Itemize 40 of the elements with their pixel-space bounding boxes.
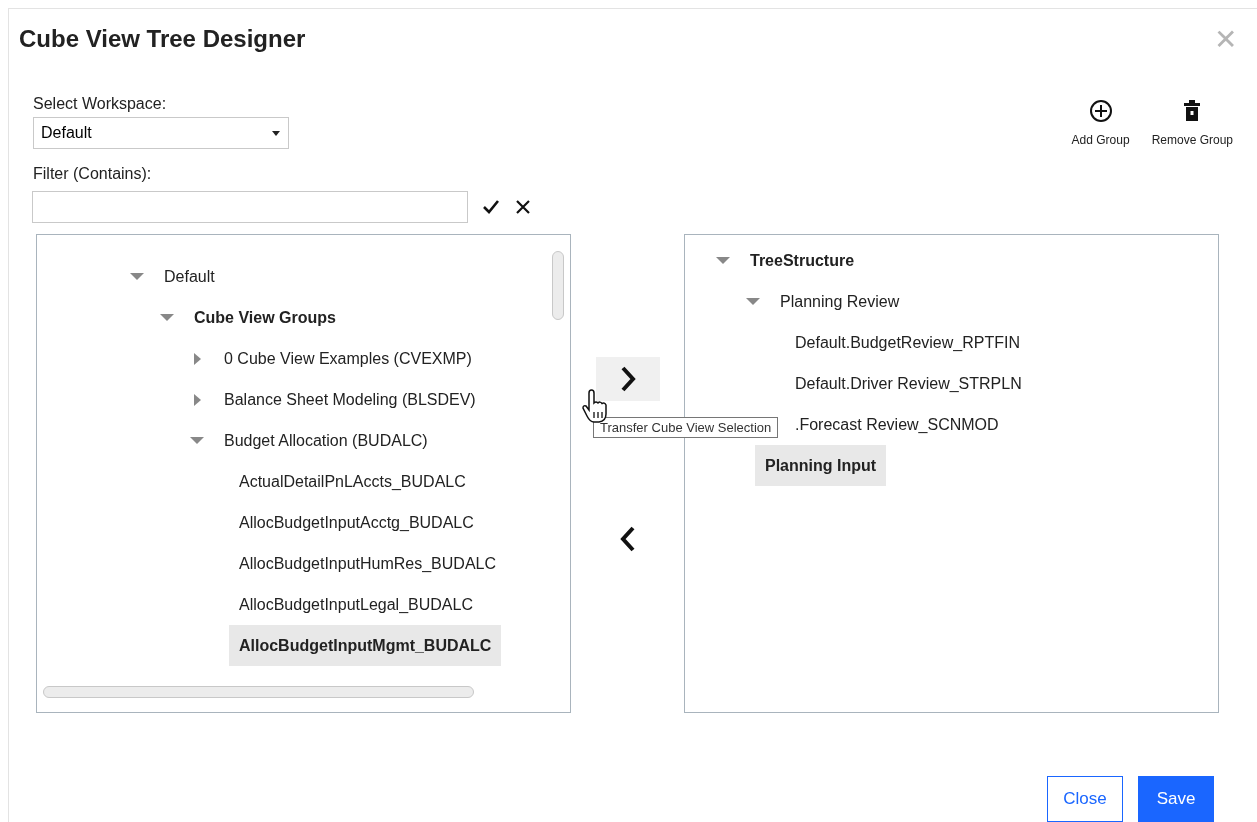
tree-item[interactable]: 0 Cube View Examples (CVEXMP) xyxy=(214,338,482,379)
tree-item[interactable]: Default.Driver Review_STRPLN xyxy=(785,363,1032,404)
plus-circle-icon xyxy=(1088,99,1113,123)
horizontal-scrollbar[interactable] xyxy=(43,686,474,698)
workspace-dropdown[interactable]: Default xyxy=(33,117,289,149)
remove-group-button[interactable]: Remove Group xyxy=(1151,99,1233,223)
tree-item[interactable]: AllocBudgetInputMgmt_BUDALC xyxy=(229,625,502,666)
tree-item[interactable]: AllocBudgetInputLegal_BUDALC xyxy=(229,584,483,625)
checkmark-icon[interactable] xyxy=(482,198,500,216)
tree-item[interactable]: Planning Input xyxy=(755,445,887,486)
window-title: Cube View Tree Designer xyxy=(19,25,306,53)
workspace-label: Select Workspace: xyxy=(33,95,168,113)
chevron-left-icon xyxy=(620,525,636,553)
tree-item[interactable]: TreeStructure xyxy=(740,240,865,281)
tooltip: Transfer Cube View Selection xyxy=(593,417,779,438)
tree-item[interactable]: Budget Allocation (BUDALC) xyxy=(214,420,438,461)
close-button[interactable]: Close xyxy=(1047,776,1123,822)
tree-item[interactable]: Default.BudgetReview_RPTFIN xyxy=(785,322,1030,363)
vertical-scrollbar[interactable] xyxy=(552,251,564,320)
tree-item[interactable]: AllocBudgetInputHumRes_BUDALC xyxy=(229,543,506,584)
tree-item[interactable]: Planning Review xyxy=(770,281,910,322)
tree-item[interactable]: ActualDetailPnLAccts_BUDALC xyxy=(229,461,476,502)
expanded-arrow-icon[interactable] xyxy=(189,434,205,447)
caret-icon xyxy=(272,130,280,136)
clear-icon[interactable] xyxy=(514,198,532,216)
tree-item[interactable]: Balance Sheet Modeling (BLSDEV) xyxy=(214,379,486,420)
expanded-arrow-icon[interactable] xyxy=(715,254,731,267)
chevron-right-icon xyxy=(620,365,636,393)
tree-item[interactable]: Default xyxy=(154,256,225,297)
transfer-right-button[interactable] xyxy=(596,357,660,401)
add-group-button[interactable]: Add Group xyxy=(1071,99,1130,223)
tree-item[interactable]: .Forecast Review_SCNMOD xyxy=(785,404,1009,445)
filter-field[interactable] xyxy=(32,191,468,223)
tree-item[interactable]: Cube View Groups xyxy=(184,297,346,338)
expanded-arrow-icon[interactable] xyxy=(129,270,145,283)
save-button[interactable]: Save xyxy=(1138,776,1214,822)
filter-label: Filter (Contains): xyxy=(33,165,153,183)
expanded-arrow-icon[interactable] xyxy=(159,311,175,324)
expanded-arrow-icon[interactable] xyxy=(745,295,761,308)
tree-item[interactable]: AllocBudgetInputAcctg_BUDALC xyxy=(229,502,484,543)
